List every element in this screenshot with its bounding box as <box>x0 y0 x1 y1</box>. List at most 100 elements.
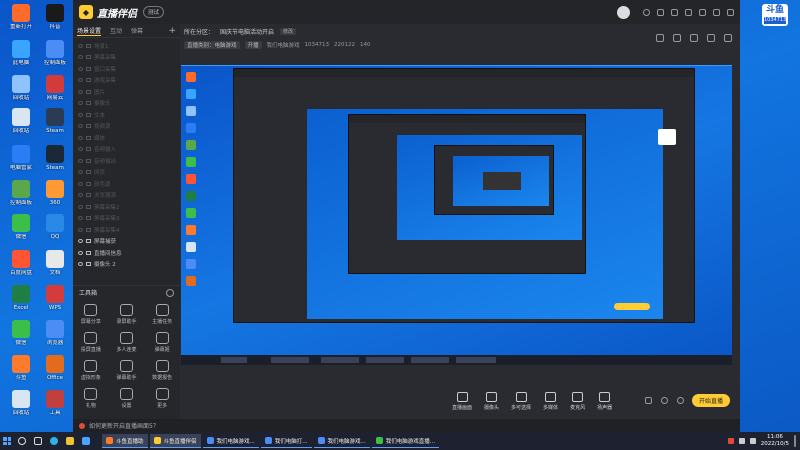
edge-button[interactable] <box>46 432 62 450</box>
eye-icon[interactable] <box>78 181 83 186</box>
scene-item[interactable]: 文本 <box>73 109 180 121</box>
notice-bar[interactable]: 如何更新开启直播画面5？ <box>73 419 740 432</box>
desktop-icon[interactable]: 抖音 <box>38 4 72 30</box>
scene-item[interactable]: 摄像头 2 <box>73 259 180 271</box>
share-icon[interactable] <box>724 34 732 42</box>
tray-app-icon[interactable] <box>727 438 734 444</box>
taskbar-item[interactable]: 斗鱼直播助 <box>102 434 148 448</box>
minimize-icon[interactable] <box>699 8 706 16</box>
eye-icon[interactable] <box>78 66 83 71</box>
desktop-icon[interactable]: 百度网盘 <box>4 250 38 276</box>
close-icon[interactable] <box>727 8 734 16</box>
eye-icon[interactable] <box>78 250 83 255</box>
scene-item[interactable]: 音频输出 <box>73 155 180 167</box>
search-button[interactable] <box>14 432 30 450</box>
scene-item[interactable]: 屏幕采集2 <box>73 201 180 213</box>
eye-icon[interactable] <box>78 78 83 83</box>
eye-icon[interactable] <box>78 158 83 163</box>
control-button[interactable]: 麦克风 <box>570 392 585 411</box>
store-button[interactable] <box>78 432 94 450</box>
desktop-icon[interactable]: 回收站 <box>4 75 38 101</box>
menu-icon[interactable] <box>685 8 692 16</box>
scene-item[interactable]: 图片 <box>73 86 180 98</box>
tool-item[interactable]: 设置 <box>109 388 145 409</box>
desktop-icon[interactable]: 微信 <box>4 214 38 240</box>
skin-icon[interactable] <box>671 8 678 16</box>
desktop-icon[interactable]: 微信 <box>4 320 38 346</box>
tool-item[interactable]: 数据报告 <box>144 360 180 381</box>
eye-icon[interactable] <box>78 227 83 232</box>
scene-item[interactable]: 浏览器源 <box>73 190 180 202</box>
stream-preview[interactable] <box>181 65 732 365</box>
eye-icon[interactable] <box>78 216 83 221</box>
scene-item[interactable]: 窗口采集 <box>73 63 180 75</box>
control-button[interactable]: 直播画面 <box>452 392 472 411</box>
scene-item[interactable]: 直播间信息 <box>73 247 180 259</box>
start-button[interactable] <box>0 432 14 450</box>
add-scene-button[interactable]: + <box>168 26 176 36</box>
control-button[interactable]: 扬声器 <box>597 392 612 411</box>
desktop-icon[interactable]: 重新打开 <box>4 4 38 30</box>
start-live-button[interactable]: 开始直播 <box>692 394 730 407</box>
desktop-icon[interactable]: Steam <box>38 145 72 171</box>
gift-icon[interactable] <box>656 34 664 42</box>
taskbar-item[interactable]: 我们电脑游戏直播... <box>371 434 440 448</box>
taskbar-item[interactable]: 我们电脑打... <box>260 434 312 448</box>
desktop-icon[interactable]: 控制面板 <box>38 40 72 66</box>
desktop-icon[interactable]: Excel <box>4 285 38 311</box>
tab-interact[interactable]: 互动 <box>110 26 122 35</box>
user-avatar[interactable] <box>617 5 630 19</box>
scene-item[interactable]: 网页 <box>73 167 180 179</box>
eye-icon[interactable] <box>78 193 83 198</box>
task-view-button[interactable] <box>30 432 46 450</box>
desktop-icon[interactable]: 浏览器 <box>38 320 72 346</box>
scene-item[interactable]: 音频输入 <box>73 144 180 156</box>
tool-item[interactable]: 弹幕姬 <box>144 332 180 353</box>
tool-item[interactable]: 多人连麦 <box>109 332 145 353</box>
beta-badge[interactable]: 测试 <box>143 6 165 18</box>
scene-item[interactable]: 摄像头 <box>73 98 180 110</box>
eye-icon[interactable] <box>78 124 83 129</box>
desktop-icon[interactable]: 回收站 <box>4 108 38 134</box>
desktop-icon[interactable]: 控制面板 <box>4 180 38 206</box>
chip-category[interactable]: 直播类别：电脑游戏 <box>184 40 240 49</box>
tab-danmaku[interactable]: 弹幕 <box>131 26 143 35</box>
desktop-icon[interactable]: Steam <box>38 108 72 134</box>
eye-icon[interactable] <box>78 43 83 48</box>
eye-icon[interactable] <box>78 204 83 209</box>
tool-item[interactable]: 弹幕助手 <box>109 360 145 381</box>
bag-icon[interactable] <box>690 34 698 42</box>
tool-item[interactable]: 礼物 <box>73 388 109 409</box>
eye-icon[interactable] <box>78 101 83 106</box>
maximize-icon[interactable] <box>713 8 720 16</box>
tool-item[interactable]: 主播任务 <box>144 304 180 325</box>
desktop-icon[interactable]: Office <box>38 355 72 381</box>
clock[interactable]: 11:06 2022/10/5 <box>761 434 789 448</box>
message-icon[interactable] <box>657 8 664 16</box>
tab-scenes[interactable]: 场景设置 <box>77 26 102 36</box>
desktop-icon[interactable]: WPS <box>38 285 72 311</box>
eye-icon[interactable] <box>78 147 83 152</box>
control-button[interactable]: 多媒体 <box>543 392 558 411</box>
lock-icon[interactable] <box>673 34 681 42</box>
desktop-icon[interactable]: QQ <box>38 214 72 240</box>
control-button[interactable]: 摄像头 <box>484 392 499 411</box>
scene-item[interactable]: 媒体 <box>73 132 180 144</box>
control-button[interactable]: 多可选择 <box>511 392 531 411</box>
eye-icon[interactable] <box>78 112 83 117</box>
eye-icon[interactable] <box>78 55 83 60</box>
tool-item[interactable]: 屏幕分享 <box>73 304 109 325</box>
desktop-icon[interactable]: 工具 <box>38 390 72 416</box>
explorer-button[interactable] <box>62 432 78 450</box>
tool-item[interactable]: 更多 <box>144 388 180 409</box>
record-icon[interactable] <box>645 397 652 404</box>
taskbar-item[interactable]: 我们电脑游戏... <box>313 434 370 448</box>
eye-icon[interactable] <box>78 89 83 94</box>
scene-item[interactable]: 颜色源 <box>73 178 180 190</box>
desktop-icon[interactable]: 斗鱼 <box>4 355 38 381</box>
help-icon[interactable] <box>677 397 684 404</box>
desktop-icon[interactable]: 网易云 <box>38 75 72 101</box>
tool-item[interactable]: 录屏助手 <box>109 304 145 325</box>
network-icon[interactable] <box>738 438 745 444</box>
scene-item[interactable]: 屏幕采集3 <box>73 213 180 225</box>
